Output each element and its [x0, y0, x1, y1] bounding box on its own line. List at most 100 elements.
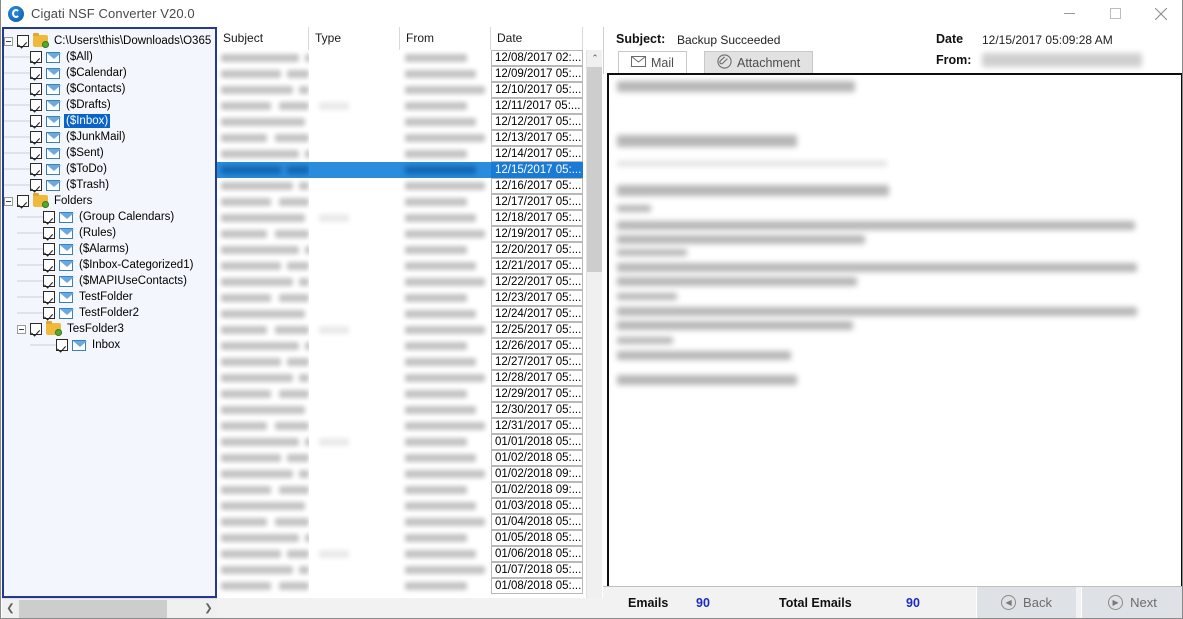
tree-node-checkbox[interactable]: [30, 51, 42, 63]
table-row[interactable]: 01/01/2018 05:...: [217, 434, 602, 450]
email-list-vertical-scrollbar[interactable]: ⌃ ⌄: [586, 50, 602, 618]
scrollbar-thumb[interactable]: [587, 67, 602, 272]
tree-node[interactable]: ($ToDo): [4, 161, 215, 177]
table-row[interactable]: 12/27/2017 05:...: [217, 354, 602, 370]
table-row[interactable]: 12/08/2017 02:...: [217, 50, 602, 66]
folder-tree-panel[interactable]: C:\Users\this\Downloads\O365 ($All) ($Cale…: [2, 27, 217, 598]
table-row[interactable]: 12/30/2017 05:...: [217, 402, 602, 418]
tree-node-checkbox[interactable]: [30, 83, 42, 95]
scroll-up-icon[interactable]: ⌃: [587, 50, 602, 67]
tree-node[interactable]: Folders: [4, 193, 215, 209]
table-row[interactable]: 12/29/2017 05:...: [217, 386, 602, 402]
table-row[interactable]: 01/08/2018 05:...: [217, 578, 602, 594]
tree-node[interactable]: ($All): [4, 49, 215, 65]
table-row[interactable]: 12/14/2017 05:...: [217, 146, 602, 162]
scroll-right-icon[interactable]: ❯: [200, 599, 217, 618]
tree-node-checkbox[interactable]: [43, 307, 55, 319]
scroll-left-icon[interactable]: ❮: [2, 599, 19, 618]
back-button[interactable]: ◀ Back: [976, 587, 1076, 618]
table-row[interactable]: 12/20/2017 05:...: [217, 242, 602, 258]
table-row[interactable]: 12/10/2017 05:...: [217, 82, 602, 98]
table-row[interactable]: 01/02/2018 09:...: [217, 482, 602, 498]
column-header-type[interactable]: Type: [309, 27, 400, 50]
table-row[interactable]: 12/16/2017 05:...: [217, 178, 602, 194]
column-header-subject[interactable]: Subject: [217, 27, 309, 50]
table-row[interactable]: 12/17/2017 05:...: [217, 194, 602, 210]
table-row[interactable]: 01/05/2018 05:...: [217, 530, 602, 546]
table-row[interactable]: 12/24/2017 05:...: [217, 306, 602, 322]
tree-node-checkbox[interactable]: [30, 163, 42, 175]
table-row[interactable]: 12/28/2017 05:...: [217, 370, 602, 386]
tree-node[interactable]: ($Inbox-Categorized1): [4, 257, 215, 273]
tree-node[interactable]: (Group Calendars): [4, 209, 215, 225]
table-row[interactable]: 12/21/2017 05:...: [217, 258, 602, 274]
table-row[interactable]: 01/02/2018 05:...: [217, 450, 602, 466]
scrollbar-thumb[interactable]: [19, 599, 167, 618]
email-list-rows[interactable]: 12/08/2017 02:... 12/09/2017 05:... 12/10/…: [217, 50, 602, 618]
table-row[interactable]: 01/07/2018 05:...: [217, 562, 602, 578]
tree-node-checkbox[interactable]: [43, 243, 55, 255]
table-row[interactable]: 01/04/2018 05:...: [217, 514, 602, 530]
maximize-button[interactable]: [1092, 0, 1138, 27]
tree-expander-icon[interactable]: [4, 196, 13, 206]
tree-node-checkbox[interactable]: [30, 323, 42, 335]
folder-tree-horizontal-scrollbar[interactable]: ❮ ❯: [2, 598, 217, 618]
table-row[interactable]: 01/03/2018 05:...: [217, 498, 602, 514]
table-row[interactable]: 01/06/2018 05:...: [217, 546, 602, 562]
tree-node-checkbox[interactable]: [56, 339, 68, 351]
tree-node-checkbox[interactable]: [43, 275, 55, 287]
table-row[interactable]: 12/23/2017 05:...: [217, 290, 602, 306]
tree-node[interactable]: ($Alarms): [4, 241, 215, 257]
column-header-from[interactable]: From: [400, 27, 491, 50]
tree-node[interactable]: ($Drafts): [4, 97, 215, 113]
tree-node[interactable]: TestFolder: [4, 289, 215, 305]
tree-node[interactable]: (Rules): [4, 225, 215, 241]
tree-node-checkbox[interactable]: [30, 67, 42, 79]
tree-expander-icon[interactable]: [17, 324, 26, 334]
tree-node[interactable]: TestFolder2: [4, 305, 215, 321]
tree-node-checkbox[interactable]: [43, 227, 55, 239]
table-row[interactable]: 12/25/2017 05:...: [217, 322, 602, 338]
table-row[interactable]: 12/09/2017 05:...: [217, 66, 602, 82]
table-row[interactable]: 12/26/2017 05:...: [217, 338, 602, 354]
scrollbar-track[interactable]: [167, 599, 200, 618]
tree-node-checkbox[interactable]: [43, 259, 55, 271]
table-row[interactable]: 12/31/2017 05:...: [217, 418, 602, 434]
column-header-date[interactable]: Date: [491, 27, 583, 50]
table-row[interactable]: 12/15/2017 05:...: [217, 162, 602, 178]
tree-node[interactable]: TesFolder3: [4, 321, 215, 337]
tree-node[interactable]: ($JunkMail): [4, 129, 215, 145]
tree-node-checkbox[interactable]: [17, 195, 29, 207]
tree-node-checkbox[interactable]: [43, 291, 55, 303]
tree-node[interactable]: ($Inbox): [4, 113, 215, 129]
table-row[interactable]: 12/13/2017 05:...: [217, 130, 602, 146]
tree-node-checkbox[interactable]: [30, 115, 42, 127]
tree-node[interactable]: ($Contacts): [4, 81, 215, 97]
tab-attachment[interactable]: Attachment: [704, 51, 814, 74]
tree-expander-icon[interactable]: [4, 36, 13, 46]
tree-node-checkbox[interactable]: [30, 147, 42, 159]
table-row[interactable]: 12/11/2017 05:...: [217, 98, 602, 114]
table-row[interactable]: 12/19/2017 05:...: [217, 226, 602, 242]
table-row[interactable]: 12/12/2017 05:...: [217, 114, 602, 130]
tree-node-checkbox[interactable]: [43, 211, 55, 223]
cell-subject: [217, 210, 309, 226]
tree-node[interactable]: ($Sent): [4, 145, 215, 161]
tree-node-checkbox[interactable]: [17, 35, 29, 47]
table-row[interactable]: 12/22/2017 05:...: [217, 274, 602, 290]
table-row[interactable]: 01/02/2018 09:...: [217, 466, 602, 482]
tab-mail[interactable]: Mail: [618, 51, 687, 74]
cell-from: [400, 258, 491, 274]
tree-node-checkbox[interactable]: [30, 99, 42, 111]
tree-node-checkbox[interactable]: [30, 131, 42, 143]
tree-node[interactable]: ($Trash): [4, 177, 215, 193]
tree-node-checkbox[interactable]: [30, 179, 42, 191]
minimize-button[interactable]: [1046, 0, 1092, 27]
tree-node[interactable]: C:\Users\this\Downloads\O365: [4, 33, 215, 49]
tree-node[interactable]: ($MAPIUseContacts): [4, 273, 215, 289]
tree-node[interactable]: Inbox: [4, 337, 215, 353]
tree-node[interactable]: ($Calendar): [4, 65, 215, 81]
next-button[interactable]: ▶ Next: [1081, 587, 1182, 618]
table-row[interactable]: 12/18/2017 05:...: [217, 210, 602, 226]
close-button[interactable]: [1138, 0, 1182, 27]
